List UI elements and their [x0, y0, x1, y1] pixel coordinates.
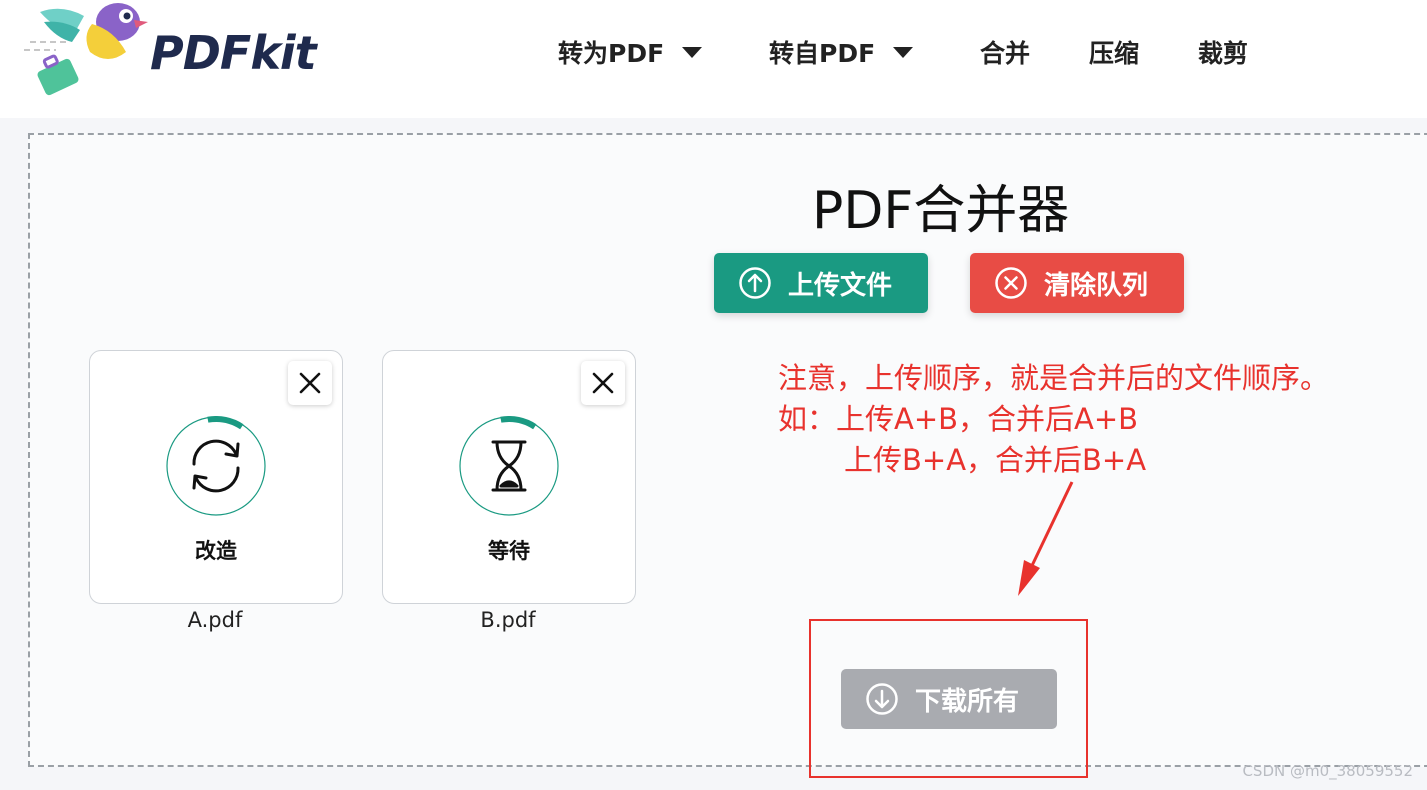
close-circle-icon: [995, 267, 1027, 299]
clear-queue-button[interactable]: 清除队列: [970, 253, 1184, 313]
watermark: CSDN @m0_38059552: [1242, 762, 1413, 780]
page-title: PDF合并器: [812, 181, 1070, 241]
nav-item-label: 合并: [980, 39, 1031, 68]
close-icon: [299, 372, 321, 394]
file-card: 改造: [89, 350, 343, 604]
remove-file-button[interactable]: [581, 361, 625, 405]
clear-queue-button-label: 清除队列: [1044, 270, 1149, 301]
hourglass-icon: [491, 440, 527, 492]
download-all-button[interactable]: 下载所有: [841, 669, 1057, 729]
download-all-button-label: 下载所有: [915, 686, 1020, 717]
file-status: 等待: [488, 539, 530, 563]
remove-file-button[interactable]: [288, 361, 332, 405]
annotation-arrow-icon: [1018, 481, 1074, 596]
download-icon: [866, 683, 898, 715]
close-icon: [592, 372, 614, 394]
progress-ring: [459, 416, 559, 516]
nav-item-label: 转为PDF: [558, 39, 665, 68]
file-card: 等待: [382, 350, 636, 604]
nav-item-label: 转自PDF: [769, 39, 876, 68]
chevron-down-icon: [893, 46, 914, 58]
upload-button-label: 上传文件: [788, 270, 893, 301]
file-name: B.pdf: [480, 608, 536, 632]
annotation-line: 如：上传A+B，合并后A+B: [778, 402, 1139, 436]
upload-button[interactable]: 上传文件: [714, 253, 928, 313]
nav-item-convert-to-pdf[interactable]: 转为PDF: [558, 30, 703, 74]
nav-item-convert-from-pdf[interactable]: 转自PDF: [769, 30, 914, 74]
main-nav: 转为PDF 转自PDF 合并 压缩 裁剪: [0, 30, 1427, 74]
annotation-line: 上传B+A，合并后B+A: [844, 443, 1147, 477]
nav-item-crop[interactable]: 裁剪: [1198, 30, 1248, 74]
file-status: 改造: [195, 539, 237, 563]
chevron-down-icon: [682, 46, 703, 58]
annotation-line: 注意，上传顺序，就是合并后的文件顺序。: [778, 361, 1330, 395]
top-header: PDFkit 转为PDF 转自PDF 合并 压缩 裁剪: [0, 0, 1427, 118]
file-name: A.pdf: [187, 608, 243, 632]
progress-ring: [166, 416, 266, 516]
nav-item-label: 压缩: [1089, 39, 1140, 68]
upload-icon: [739, 267, 771, 299]
nav-item-compress[interactable]: 压缩: [1089, 30, 1139, 74]
refresh-icon: [192, 439, 240, 493]
nav-item-label: 裁剪: [1198, 39, 1249, 68]
nav-item-merge[interactable]: 合并: [980, 30, 1030, 74]
